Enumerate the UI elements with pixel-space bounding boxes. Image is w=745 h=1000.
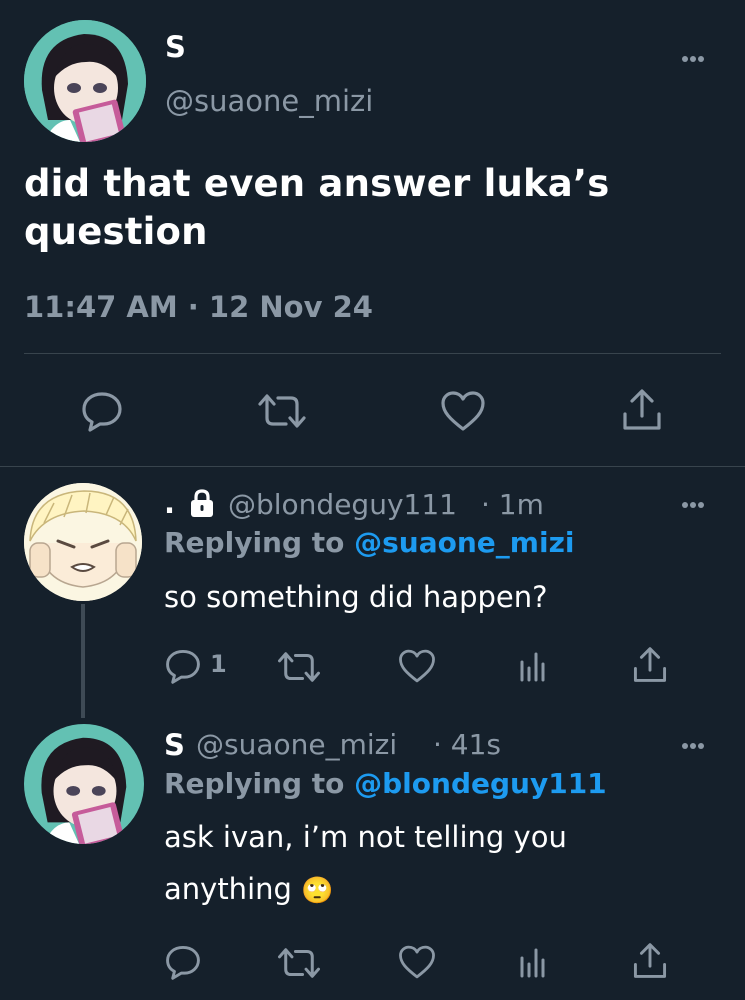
tweet-timestamp[interactable]: 11:47 AM · 12 Nov 24 [24,290,373,324]
retweet-icon[interactable] [276,650,322,684]
analytics-icon[interactable] [518,650,548,682]
thread-line [81,604,85,718]
retweet-icon[interactable] [256,392,308,430]
lock-icon [188,488,216,518]
share-icon[interactable] [632,646,668,684]
replying-to: Replying to @suaone_mizi [164,526,574,559]
retweet-icon[interactable] [276,946,322,980]
handle[interactable]: @blondeguy111 [228,488,457,521]
eye-roll-emoji: 🙄 [301,876,334,906]
analytics-icon[interactable] [518,946,548,978]
divider [24,353,721,354]
tweet-text-line1: ask ivan, i’m not telling you [164,820,567,854]
more-icon[interactable] [681,741,705,749]
replying-to-link[interactable]: @suaone_mizi [354,526,574,559]
like-icon[interactable] [440,390,486,432]
handle[interactable]: @suaone_mizi [165,84,373,118]
replying-prefix: Replying to [164,767,345,800]
avatar[interactable] [24,20,146,142]
tweet-text: so something did happen? [164,580,548,614]
avatar[interactable] [24,483,142,601]
reply-icon[interactable] [164,648,202,684]
display-name[interactable]: S [164,728,185,762]
avatar[interactable] [24,724,144,844]
display-name[interactable]: . [164,486,175,520]
display-name[interactable]: S [165,30,186,64]
replying-prefix: Replying to [164,526,345,559]
reply-count: 1 [210,650,227,678]
replying-to-link[interactable]: @blondeguy111 [354,767,607,800]
share-icon[interactable] [621,388,663,432]
tweet-age[interactable]: · 1m [481,488,544,521]
tweet-text-line2-text: anything [164,872,292,906]
more-icon[interactable] [681,54,705,62]
share-icon[interactable] [632,942,668,980]
tweet-text-line2: anything 🙄 [164,872,334,906]
tweet-text-line2: question [24,210,208,253]
like-icon[interactable] [398,648,436,684]
reply-icon[interactable] [80,390,124,432]
reply-icon[interactable] [164,944,202,980]
tweet-age[interactable]: · 41s [433,728,501,761]
more-icon[interactable] [681,500,705,508]
handle[interactable]: @suaone_mizi [196,728,397,761]
like-icon[interactable] [398,944,436,980]
divider [0,466,745,467]
tweet-text-line1: did that even answer luka’s [24,162,610,205]
replying-to: Replying to @blondeguy111 [164,767,607,800]
